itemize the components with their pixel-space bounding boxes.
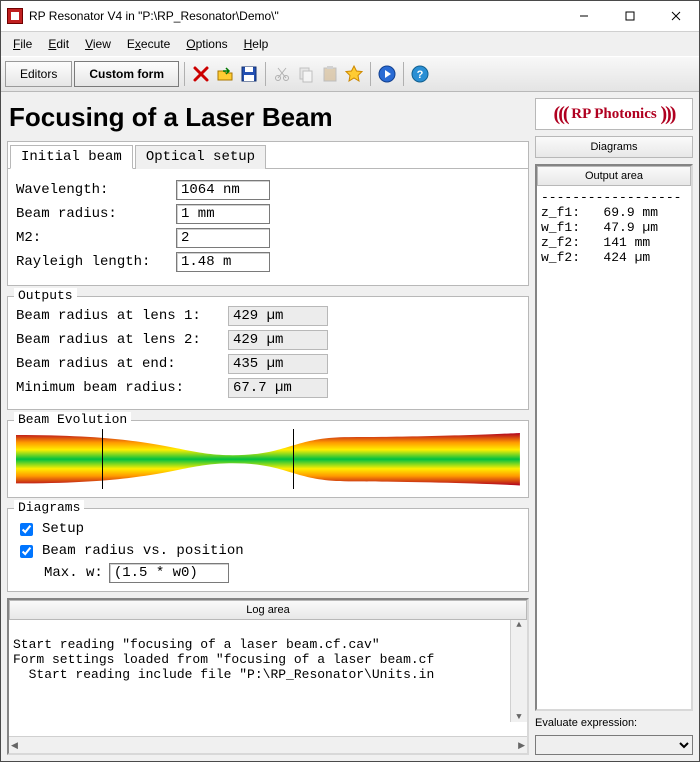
log-body[interactable]: Start reading "focusing of a laser beam.… [9, 620, 527, 736]
cut-icon[interactable] [271, 63, 293, 85]
out-r1-label: Beam radius at lens 1: [16, 308, 228, 324]
beam-radius-label: Beam radius: [16, 206, 176, 222]
eval-label: Evaluate expression: [535, 717, 637, 729]
beam-vs-pos-checkbox[interactable] [20, 545, 33, 558]
app-icon [7, 8, 23, 24]
page-title: Focusing of a Laser Beam [9, 102, 527, 133]
separator [403, 62, 404, 86]
rayleigh-label: Rayleigh length: [16, 254, 176, 270]
out-r2-value: 429 µm [228, 330, 328, 350]
paste-icon[interactable] [319, 63, 341, 85]
output-area-header: Output area [537, 166, 691, 186]
run-icon[interactable] [376, 63, 398, 85]
favorite-icon[interactable] [343, 63, 365, 85]
output-area-text[interactable]: ------------------ z_f1: 69.9 mm w_f1: 4… [537, 186, 691, 709]
log-header: Log area [9, 600, 527, 620]
minimize-button[interactable] [561, 1, 607, 31]
output-area-panel: Output area ------------------ z_f1: 69.… [535, 164, 693, 711]
out-r1-value: 429 µm [228, 306, 328, 326]
log-scrollbar-v[interactable]: ▲▼ [510, 620, 527, 722]
custom-form-tab-button[interactable]: Custom form [74, 61, 179, 87]
tab-optical-setup[interactable]: Optical setup [135, 145, 266, 169]
out-rmin-label: Minimum beam radius: [16, 380, 228, 396]
setup-label: Setup [42, 521, 84, 537]
beam-evolution-plot [16, 429, 520, 489]
delete-icon[interactable] [190, 63, 212, 85]
menu-options[interactable]: Options [178, 35, 235, 53]
maxw-input[interactable] [109, 563, 229, 583]
params-tabs: Initial beam Optical setup Wavelength: B… [7, 141, 529, 286]
menu-view[interactable]: View [77, 35, 119, 53]
window-title: RP Resonator V4 in "P:\RP_Resonator\Demo… [29, 9, 561, 23]
tab-initial-beam[interactable]: Initial beam [10, 145, 133, 169]
wavelength-input[interactable] [176, 180, 270, 200]
close-button[interactable] [653, 1, 699, 31]
copy-icon[interactable] [295, 63, 317, 85]
separator [184, 62, 185, 86]
wavelength-label: Wavelength: [16, 182, 176, 198]
svg-text:?: ? [417, 69, 424, 81]
titlebar: RP Resonator V4 in "P:\RP_Resonator\Demo… [1, 1, 699, 32]
rp-photonics-logo: ((( RP Photonics ))) [535, 98, 693, 130]
lens1-marker [102, 429, 103, 489]
app-window: RP Resonator V4 in "P:\RP_Resonator\Demo… [0, 0, 700, 762]
diagrams-legend: Diagrams [14, 500, 84, 515]
menu-file[interactable]: File [5, 35, 40, 53]
beam-evolution-legend: Beam Evolution [14, 412, 131, 427]
out-rmin-value: 67.7 µm [228, 378, 328, 398]
beam-vs-pos-label: Beam radius vs. position [42, 543, 244, 559]
outputs-legend: Outputs [14, 288, 77, 303]
save-icon[interactable] [238, 63, 260, 85]
menu-help[interactable]: Help [236, 35, 277, 53]
rayleigh-input[interactable] [176, 252, 270, 272]
lens2-marker [293, 429, 294, 489]
separator [370, 62, 371, 86]
out-re-label: Beam radius at end: [16, 356, 228, 372]
diagrams-button[interactable]: Diagrams [535, 136, 693, 158]
out-r2-label: Beam radius at lens 2: [16, 332, 228, 348]
out-re-value: 435 µm [228, 354, 328, 374]
separator [265, 62, 266, 86]
beam-radius-input[interactable] [176, 204, 270, 224]
open-icon[interactable] [214, 63, 236, 85]
maxw-label: Max. w: [44, 565, 103, 581]
help-icon[interactable]: ? [409, 63, 431, 85]
menu-execute[interactable]: Execute [119, 35, 178, 53]
log-scrollbar-h[interactable]: ◀▶ [9, 736, 527, 753]
editors-tab-button[interactable]: Editors [5, 61, 72, 87]
menubar: File Edit View Execute Options Help [1, 32, 699, 56]
diagrams-group: Diagrams Setup Beam radius vs. position … [7, 508, 529, 592]
menu-edit[interactable]: Edit [40, 35, 77, 53]
beam-evolution-group: Beam Evolution [7, 420, 529, 498]
eval-expression-select[interactable] [535, 735, 693, 755]
m2-label: M2: [16, 230, 176, 246]
setup-checkbox[interactable] [20, 523, 33, 536]
maximize-button[interactable] [607, 1, 653, 31]
m2-input[interactable] [176, 228, 270, 248]
log-panel: Log area Start reading "focusing of a la… [7, 598, 529, 755]
toolbar: Editors Custom form ? [1, 56, 699, 92]
outputs-group: Outputs Beam radius at lens 1:429 µm Bea… [7, 296, 529, 410]
